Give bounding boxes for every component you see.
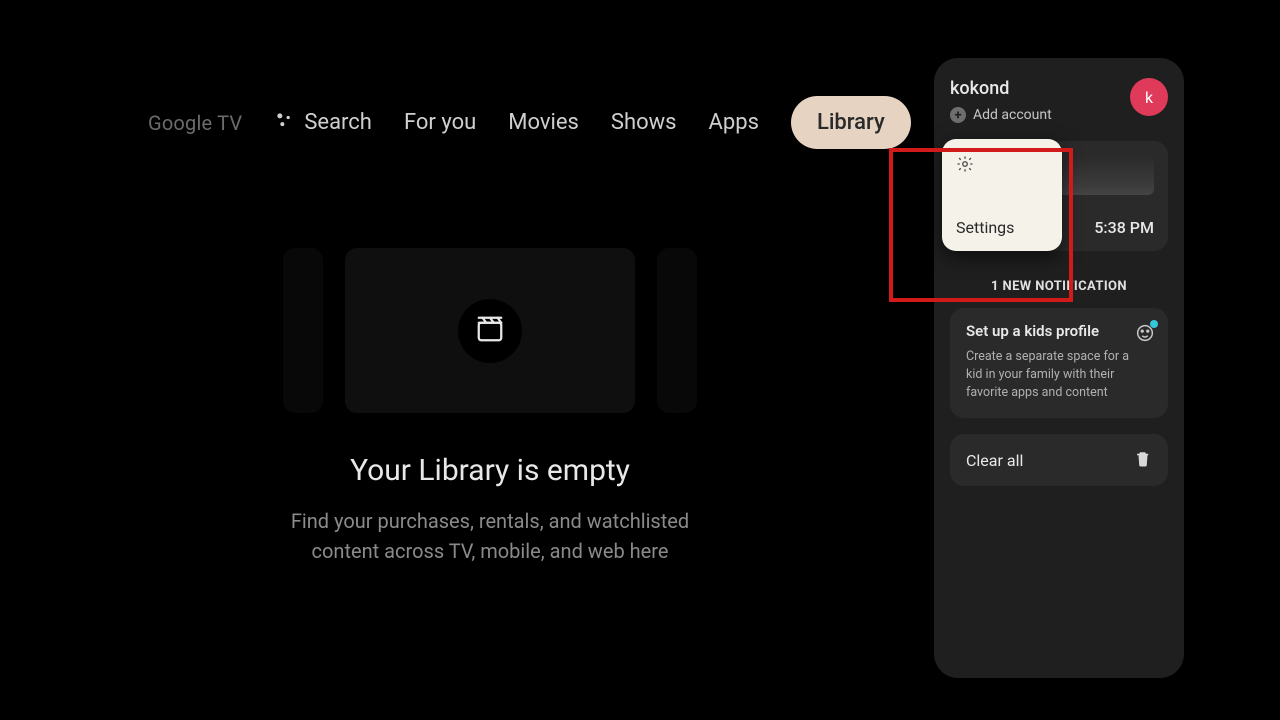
account-row: kokond + Add account k: [950, 78, 1168, 123]
kids-profile-icon: [1134, 322, 1156, 344]
clock-text: 5:38 PM: [1094, 218, 1154, 237]
empty-icon-circle: [458, 299, 522, 363]
nav-movies[interactable]: Movies: [508, 110, 579, 135]
nav-search-label: Search: [304, 110, 372, 135]
trash-icon: [1134, 450, 1152, 470]
nav-for-you[interactable]: For you: [404, 110, 476, 135]
settings-tile[interactable]: Settings: [942, 139, 1062, 251]
top-nav: Google TV Search For you Movies Shows Ap…: [148, 96, 911, 149]
account-name: kokond: [950, 78, 1052, 99]
quick-settings-panel: kokond + Add account k 5:38 PM Settings …: [934, 58, 1184, 678]
kids-title: Set up a kids profile: [966, 322, 1152, 340]
empty-card-row: [80, 248, 900, 413]
empty-card-left: [283, 248, 323, 413]
clear-all-label: Clear all: [966, 451, 1023, 470]
empty-title: Your Library is empty: [80, 453, 900, 488]
gear-icon: [956, 155, 974, 173]
clapperboard-icon: [475, 314, 505, 348]
sparkle-icon: [274, 110, 294, 136]
settings-label: Settings: [956, 218, 1048, 237]
tile-row: 5:38 PM Settings: [950, 141, 1168, 251]
nav-shows[interactable]: Shows: [611, 110, 677, 135]
add-account-label: Add account: [973, 107, 1052, 123]
notification-header: 1 NEW NOTIFICATION: [950, 279, 1168, 294]
nav-apps[interactable]: Apps: [709, 110, 759, 135]
kids-profile-card[interactable]: Set up a kids profile Create a separate …: [950, 308, 1168, 418]
nav-search[interactable]: Search: [274, 110, 372, 136]
plus-icon: +: [950, 107, 966, 123]
clear-all-button[interactable]: Clear all: [950, 434, 1168, 486]
nav-library[interactable]: Library: [791, 96, 911, 149]
empty-subtitle: Find your purchases, rentals, and watchl…: [80, 506, 900, 566]
empty-card-right: [657, 248, 697, 413]
library-empty-state: Your Library is empty Find your purchase…: [80, 248, 900, 566]
brand-logo: Google TV: [148, 111, 242, 135]
add-account-button[interactable]: + Add account: [950, 107, 1052, 123]
kids-description: Create a separate space for a kid in you…: [966, 348, 1152, 402]
avatar[interactable]: k: [1130, 78, 1168, 116]
empty-card-center: [345, 248, 635, 413]
